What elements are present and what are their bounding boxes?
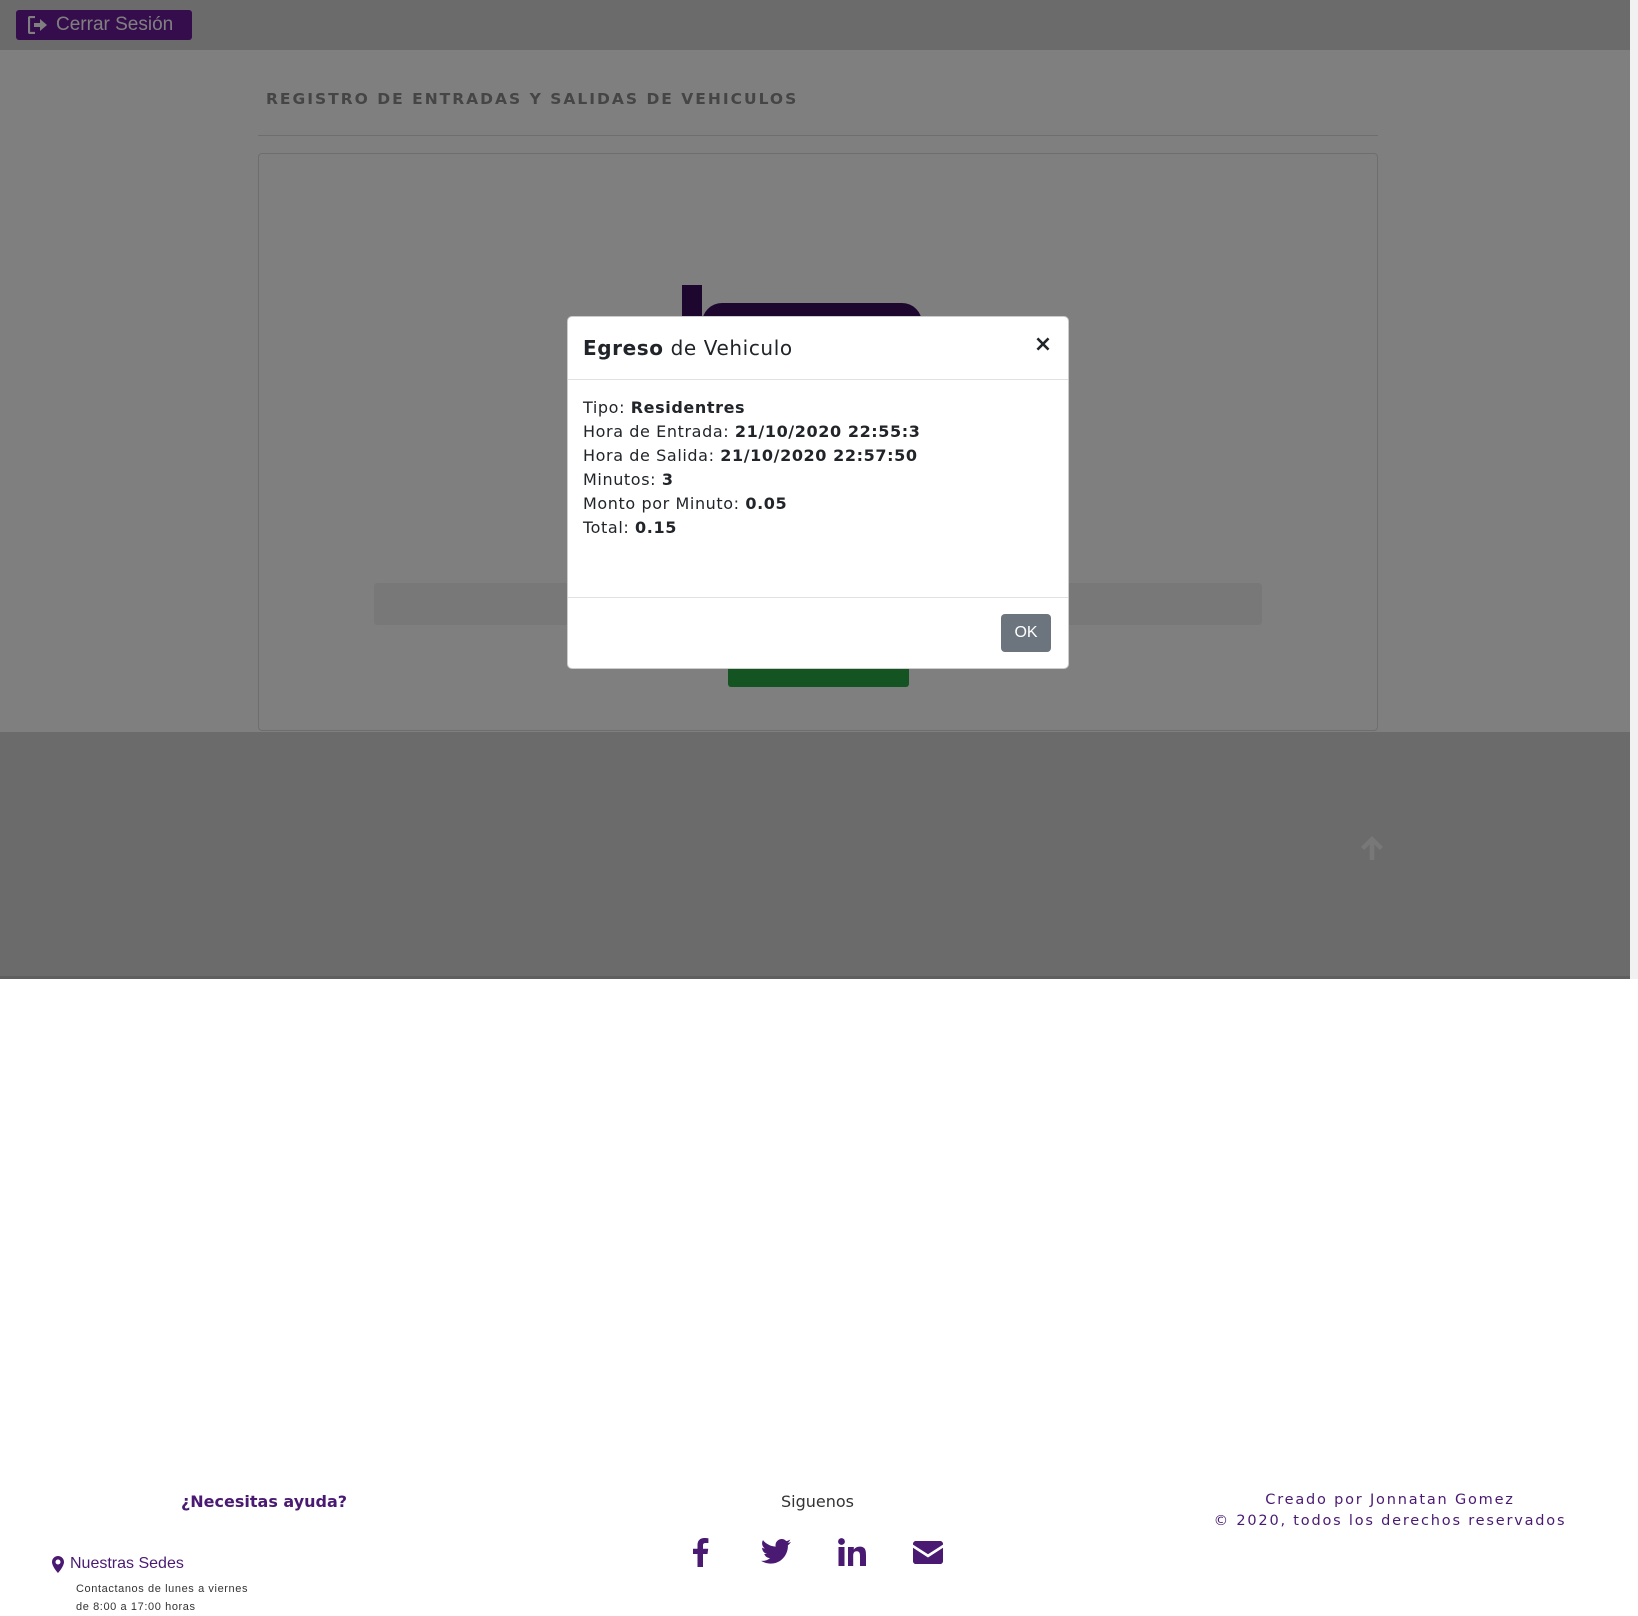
field-value: Residentres [630, 398, 746, 417]
linkedin-link[interactable] [832, 1532, 872, 1572]
modal-body: Tipo: Residentres Hora de Entrada: 21/10… [583, 396, 921, 540]
field-total: Total: 0.15 [583, 516, 921, 540]
modal-footer-divider [568, 597, 1068, 598]
field-value: 21/10/2020 22:55:3 [734, 422, 921, 441]
field-label: Minutos: [583, 470, 662, 489]
scrollbar-track [1630, 0, 1638, 979]
ok-button[interactable]: OK [1001, 614, 1051, 652]
field-value: 0.05 [745, 494, 788, 513]
field-tipo: Tipo: Residentres [583, 396, 921, 420]
facebook-icon [693, 1538, 709, 1567]
field-label: Tipo: [583, 398, 631, 417]
sedes-description: Contactanos de lunes a viernes de 8:00 a… [76, 1580, 248, 1616]
help-title: ¿Necesitas ayuda? [181, 1492, 348, 1511]
field-value: 21/10/2020 22:57:50 [720, 446, 918, 465]
twitter-icon [761, 1539, 791, 1564]
credit-copyright: © 2020, todos los derechos reservados [1213, 1513, 1567, 1529]
email-link[interactable] [908, 1532, 948, 1572]
vehicle-exit-modal: Egreso de Vehiculo × Tipo: Residentres H… [567, 316, 1069, 669]
sedes-line-1: Contactanos de lunes a viernes [76, 1583, 249, 1595]
map-marker-icon [52, 1555, 64, 1573]
sedes-title: Nuestras Sedes [70, 1555, 184, 1572]
credit-author: Creado por Jonnatan Gomez [1265, 1492, 1515, 1508]
field-monto-minuto: Monto por Minuto: 0.05 [583, 492, 921, 516]
field-label: Total: [583, 518, 636, 537]
follow-title: Siguenos [781, 1492, 855, 1511]
credits: Creado por Jonnatan Gomez © 2020, todos … [1170, 1490, 1610, 1532]
modal-title-bold: Egreso [583, 336, 664, 360]
social-links [680, 1532, 960, 1572]
facebook-link[interactable] [680, 1532, 720, 1572]
field-hora-salida: Hora de Salida: 21/10/2020 22:57:50 [583, 444, 921, 468]
envelope-icon [913, 1540, 943, 1564]
field-hora-entrada: Hora de Entrada: 21/10/2020 22:55:3 [583, 420, 921, 444]
field-minutos: Minutos: 3 [583, 468, 921, 492]
sedes-link[interactable]: Nuestras Sedes [52, 1555, 184, 1573]
field-label: Hora de Entrada: [583, 422, 735, 441]
sedes-line-2: de 8:00 a 17:00 horas [76, 1601, 196, 1613]
field-label: Monto por Minuto: [583, 494, 746, 513]
modal-header: Egreso de Vehiculo × [568, 317, 1068, 380]
field-value: 3 [661, 470, 674, 489]
close-icon[interactable]: × [1032, 332, 1054, 357]
twitter-link[interactable] [756, 1532, 796, 1572]
modal-title: Egreso de Vehiculo [583, 336, 793, 360]
modal-title-rest: de Vehiculo [663, 336, 793, 360]
field-label: Hora de Salida: [583, 446, 721, 465]
linkedin-icon [838, 1538, 866, 1566]
field-value: 0.15 [635, 518, 677, 537]
